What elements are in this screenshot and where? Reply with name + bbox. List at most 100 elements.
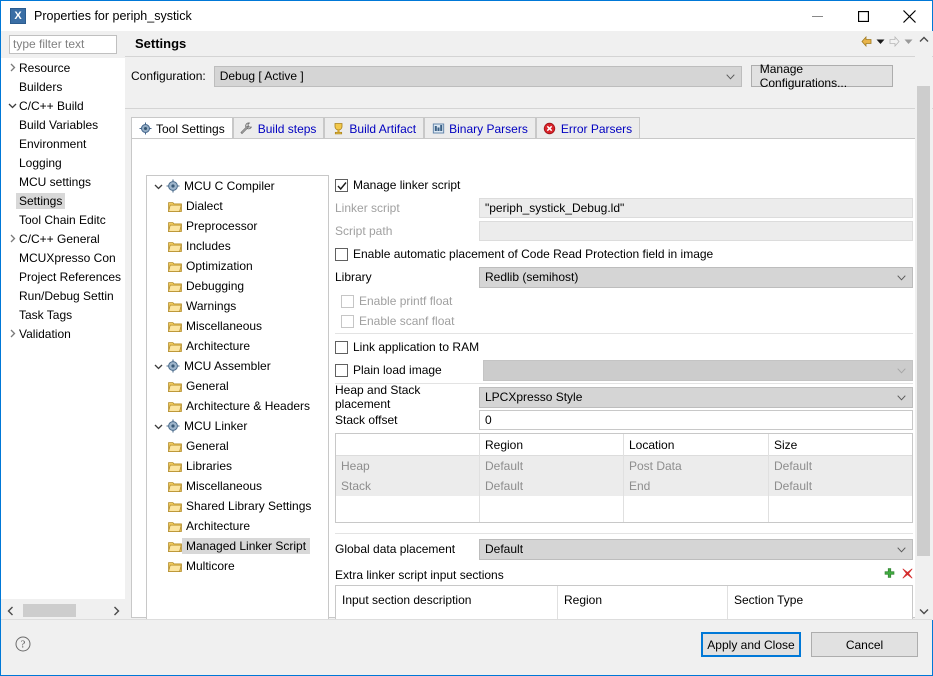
chevron-down-icon[interactable]: [5, 101, 19, 110]
tool-tree-item-warnings[interactable]: Warnings: [147, 296, 328, 316]
configuration-value: Debug [ Active ]: [220, 69, 304, 83]
tool-tree-item-architecture[interactable]: Architecture: [147, 516, 328, 536]
table-row[interactable]: Heap Default Post Data Default: [336, 456, 912, 476]
crp-row[interactable]: Enable automatic placement of Code Read …: [335, 244, 713, 264]
scroll-down-icon[interactable]: [915, 602, 932, 620]
tab-error-parsers[interactable]: Error Parsers: [536, 117, 640, 139]
sidebar-item-validation[interactable]: Validation: [1, 324, 125, 343]
tool-tree-item-dialect[interactable]: Dialect: [147, 196, 328, 216]
add-green-plus-icon[interactable]: [884, 568, 895, 582]
cell-name: Heap: [336, 459, 480, 473]
sidebar-item-project-references[interactable]: Project References: [1, 267, 125, 286]
sidebar-item-logging[interactable]: Logging: [1, 153, 125, 172]
library-combo[interactable]: Redlib (semihost): [479, 267, 913, 288]
tool-tree-item-multicore[interactable]: Multicore: [147, 556, 328, 576]
plain-load-row[interactable]: Plain load image: [335, 360, 913, 380]
sidebar-item-resource[interactable]: Resource: [1, 58, 125, 77]
tool-tree[interactable]: MCU C CompilerDialectPreprocessorInclude…: [146, 175, 329, 647]
script-path-field: [479, 221, 913, 241]
manage-linker-script-row[interactable]: Manage linker script: [335, 175, 460, 195]
tab-binary-parsers[interactable]: Binary Parsers: [424, 117, 536, 139]
back-dropdown-icon[interactable]: [876, 37, 885, 46]
sidebar-item-label: MCUXpresso Con: [19, 251, 116, 265]
sidebar-item-build-variables[interactable]: Build Variables: [1, 115, 125, 134]
configuration-combo[interactable]: Debug [ Active ]: [214, 66, 742, 87]
sidebar-item-task-tags[interactable]: Task Tags: [1, 305, 125, 324]
tool-tree-item-includes[interactable]: Includes: [147, 236, 328, 256]
filter-input[interactable]: [9, 35, 117, 54]
minimize-icon[interactable]: [794, 1, 840, 31]
tool-tree-item-general[interactable]: General: [147, 376, 328, 396]
tool-tree-item-general[interactable]: General: [147, 436, 328, 456]
apply-and-close-button[interactable]: Apply and Close: [701, 632, 801, 657]
scroll-up-icon[interactable]: [915, 31, 932, 49]
chevron-down-icon[interactable]: [151, 422, 165, 431]
vscroll-thumb[interactable]: [917, 86, 930, 556]
link-ram-row[interactable]: Link application to RAM: [335, 337, 479, 357]
plain-load-checkbox[interactable]: [335, 364, 348, 377]
tool-tree-item-preprocessor[interactable]: Preprocessor: [147, 216, 328, 236]
sidebar-item-settings[interactable]: Settings: [1, 191, 125, 210]
tool-tree-item-miscellaneous[interactable]: Miscellaneous: [147, 476, 328, 496]
chevron-down-icon: [897, 363, 906, 377]
tab-build-steps[interactable]: Build steps: [233, 117, 325, 139]
sidebar-item-mcu-settings[interactable]: MCU settings: [1, 172, 125, 191]
tool-tree-item-optimization[interactable]: Optimization: [147, 256, 328, 276]
tool-tree-item-debugging[interactable]: Debugging: [147, 276, 328, 296]
sidebar-item-c-c-build[interactable]: C/C++ Build: [1, 96, 125, 115]
remove-red-x-icon[interactable]: [902, 568, 913, 582]
heap-stack-table-header: Region Location Size: [336, 434, 912, 456]
cancel-button[interactable]: Cancel: [811, 632, 918, 657]
forward-arrow-icon[interactable]: [888, 36, 901, 47]
manage-linker-script-checkbox[interactable]: [335, 179, 348, 192]
tab-build-artifact[interactable]: Build Artifact: [324, 117, 424, 139]
heap-stack-table[interactable]: Region Location Size Heap Default Post D…: [335, 433, 913, 523]
scroll-right-icon[interactable]: [106, 601, 125, 620]
forward-dropdown-icon[interactable]: [904, 37, 913, 46]
sidebar-item-label: MCU settings: [19, 175, 91, 189]
settings-vscrollbar[interactable]: [915, 31, 932, 620]
tool-tree-item-mcu-assembler[interactable]: MCU Assembler: [147, 356, 328, 376]
tool-tree-item-shared-library-settings[interactable]: Shared Library Settings: [147, 496, 328, 516]
chevron-right-icon[interactable]: [5, 63, 19, 72]
sidebar-item-c-c-general[interactable]: C/C++ General: [1, 229, 125, 248]
chevron-right-icon[interactable]: [5, 329, 19, 338]
link-ram-checkbox[interactable]: [335, 341, 348, 354]
tab-tool-settings[interactable]: Tool Settings: [131, 117, 233, 139]
tool-tree-item-managed-linker-script[interactable]: Managed Linker Script: [147, 536, 328, 556]
chevron-down-icon[interactable]: [151, 362, 165, 371]
maximize-icon[interactable]: [840, 1, 886, 31]
tool-tree-item-label: Architecture: [186, 339, 250, 353]
chevron-right-icon[interactable]: [5, 234, 19, 243]
sidebar-item-label: Logging: [19, 156, 62, 170]
chevron-down-icon[interactable]: [151, 182, 165, 191]
stack-offset-row: Stack offset 0: [335, 410, 913, 430]
sidebar-item-label: Builders: [19, 80, 62, 94]
tool-tree-item-mcu-c-compiler[interactable]: MCU C Compiler: [147, 176, 328, 196]
manage-configurations-button[interactable]: Manage Configurations...: [751, 65, 893, 87]
close-icon[interactable]: [886, 1, 932, 31]
tool-tree-item-architecture[interactable]: Architecture: [147, 336, 328, 356]
global-data-combo[interactable]: Default: [479, 539, 913, 560]
nav-tree-hscrollbar[interactable]: [1, 601, 125, 620]
sidebar-item-mcuxpresso-con[interactable]: MCUXpresso Con: [1, 248, 125, 267]
hscroll-thumb[interactable]: [23, 604, 76, 617]
link-ram-label: Link application to RAM: [353, 340, 479, 354]
sidebar-item-environment[interactable]: Environment: [1, 134, 125, 153]
sidebar-item-tool-chain-editc[interactable]: Tool Chain Editc: [1, 210, 125, 229]
stack-offset-input[interactable]: 0: [479, 410, 913, 430]
crp-checkbox[interactable]: [335, 248, 348, 261]
preference-tree[interactable]: Resource Builders C/C++ BuildBuild Variabl…: [1, 58, 125, 599]
tool-tree-item-mcu-linker[interactable]: MCU Linker: [147, 416, 328, 436]
sidebar-item-run-debug-settin[interactable]: Run/Debug Settin: [1, 286, 125, 305]
back-arrow-icon[interactable]: [860, 36, 873, 47]
scroll-left-icon[interactable]: [1, 601, 20, 620]
help-question-icon[interactable]: ?: [15, 636, 31, 655]
tool-tree-item-libraries[interactable]: Libraries: [147, 456, 328, 476]
sidebar-item-builders[interactable]: Builders: [1, 77, 125, 96]
tool-tree-item-miscellaneous[interactable]: Miscellaneous: [147, 316, 328, 336]
hscroll-track[interactable]: [20, 601, 106, 620]
tool-tree-item-architecture-headers[interactable]: Architecture & Headers: [147, 396, 328, 416]
heap-stack-combo[interactable]: LPCXpresso Style: [479, 387, 913, 408]
table-row[interactable]: Stack Default End Default: [336, 476, 912, 496]
